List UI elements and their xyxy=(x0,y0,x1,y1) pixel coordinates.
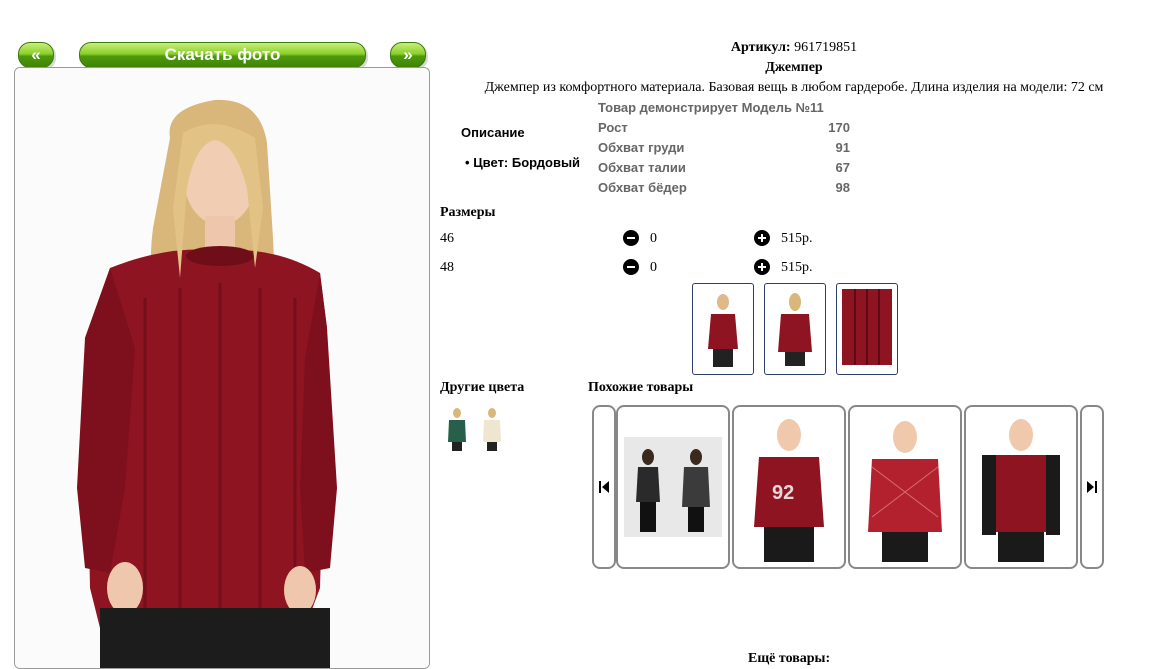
photo-thumbnail[interactable] xyxy=(692,283,754,375)
color-variant-beige[interactable] xyxy=(481,406,503,452)
carousel-next-icon xyxy=(1087,481,1097,493)
color-item-label: Цвет: Бордовый xyxy=(473,155,581,170)
carousel-prev-icon xyxy=(599,481,609,493)
measurement-label: Обхват груди xyxy=(598,140,685,155)
photo-thumbnail[interactable] xyxy=(836,283,898,375)
description-heading: Описание xyxy=(461,125,525,140)
article-label: Артикул: xyxy=(730,40,791,55)
next-photo-button[interactable]: » xyxy=(390,42,426,68)
similar-product-card[interactable]: 92 xyxy=(732,405,846,569)
model-photo-image xyxy=(15,68,429,668)
model-measurements: Рост 170 Обхват груди 91 Обхват талии 67… xyxy=(598,120,850,200)
size-label: 46 xyxy=(440,231,454,246)
measurement-value: 67 xyxy=(835,160,850,175)
measurement-value: 98 xyxy=(835,180,850,195)
measurement-label: Рост xyxy=(598,120,628,135)
measurement-row: Рост 170 xyxy=(598,120,850,140)
similar-product-image: 92 xyxy=(754,419,824,562)
size-qty: 0 xyxy=(650,260,657,275)
size-price: 515р. xyxy=(781,260,813,275)
similar-product-image xyxy=(982,419,1060,562)
measurement-value: 170 xyxy=(828,120,850,135)
size-price: 515р. xyxy=(781,231,813,246)
bullet-icon: • xyxy=(465,155,470,170)
measurement-row: Обхват бёдер 98 xyxy=(598,180,850,200)
measurement-row: Обхват груди 91 xyxy=(598,140,850,160)
article-line: Артикул: 961719851 xyxy=(440,40,1148,56)
carousel-next-button[interactable] xyxy=(1080,405,1104,569)
carousel-prev-button[interactable] xyxy=(592,405,616,569)
thumbnail-image xyxy=(778,293,812,366)
color-variant-green[interactable] xyxy=(446,406,468,452)
thumbnail-image xyxy=(842,289,892,365)
thumbnail-image xyxy=(708,294,738,367)
more-products-heading: Ещё товары: xyxy=(748,651,831,666)
color-item: • Цвет: Бордовый xyxy=(465,155,580,170)
other-colors-heading: Другие цвета xyxy=(440,380,525,395)
measurement-label: Обхват бёдер xyxy=(598,180,687,195)
similar-product-image xyxy=(868,421,942,562)
similar-product-image xyxy=(624,437,722,537)
article-value: 961719851 xyxy=(794,40,858,55)
minus-icon[interactable] xyxy=(623,230,639,246)
product-description: Джемпер из комфортного материала. Базова… xyxy=(484,80,1104,95)
measurement-value: 91 xyxy=(835,140,850,155)
sizes-heading: Размеры xyxy=(440,205,496,220)
measurement-label: Обхват талии xyxy=(598,160,686,175)
plus-icon[interactable] xyxy=(754,230,770,246)
similar-product-card[interactable] xyxy=(616,405,730,569)
size-label: 48 xyxy=(440,260,454,275)
similar-product-card[interactable] xyxy=(848,405,962,569)
download-photo-button[interactable]: Скачать фото xyxy=(79,42,366,68)
similar-product-card[interactable] xyxy=(964,405,1078,569)
model-title: Товар демонстрирует Модель №11 xyxy=(598,100,824,115)
measurement-row: Обхват талии 67 xyxy=(598,160,850,180)
plus-icon[interactable] xyxy=(754,259,770,275)
size-qty: 0 xyxy=(650,231,657,246)
product-title: Джемпер xyxy=(765,60,823,75)
svg-text:92: 92 xyxy=(772,482,794,504)
main-product-photo[interactable] xyxy=(14,67,430,669)
minus-icon[interactable] xyxy=(623,259,639,275)
similar-heading: Похожие товары xyxy=(588,380,694,395)
color-variant-image xyxy=(448,408,466,451)
color-variant-image xyxy=(483,408,501,451)
photo-thumbnail[interactable] xyxy=(764,283,826,375)
prev-photo-button[interactable]: « xyxy=(18,42,54,68)
